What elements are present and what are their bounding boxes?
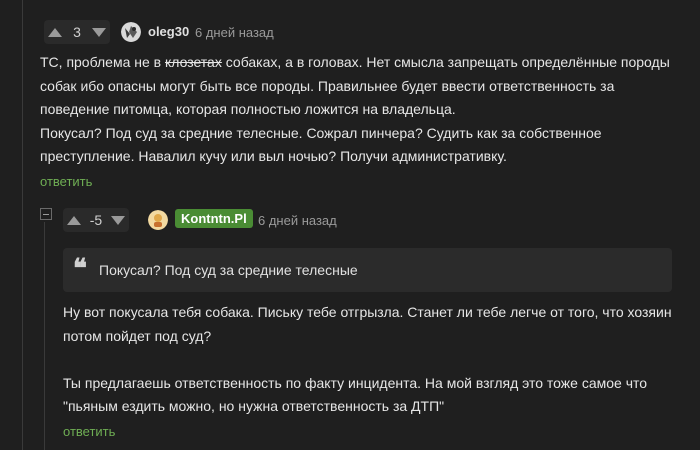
comment-timestamp[interactable]: 6 дней назад: [258, 213, 337, 228]
comment-paragraph: Ты предлагаешь ответственность по факту …: [63, 374, 648, 415]
comment-timestamp[interactable]: 6 дней назад: [195, 25, 274, 40]
vote-control: -5: [63, 208, 129, 232]
comment-author[interactable]: oleg30: [148, 24, 189, 39]
arrow-down-icon: [111, 215, 125, 225]
user-avatar-icon: [148, 210, 168, 230]
comment-text-segment: ТС, проблема не в: [40, 54, 165, 70]
minus-icon: [43, 213, 49, 215]
comment-body: Ну вот покусала тебя собака. Письку тебе…: [63, 301, 683, 419]
thread-line: [22, 0, 23, 450]
upvote-button[interactable]: [63, 208, 85, 232]
quote-icon: ❝: [73, 254, 87, 284]
comment-paragraph: ТС, проблема не в клозетах собаках, а в …: [40, 51, 680, 122]
avatar[interactable]: [121, 22, 141, 42]
collapse-thread-button[interactable]: [40, 208, 52, 220]
quote-text: Покусал? Под суд за средние телесные: [99, 262, 358, 278]
user-avatar-icon: [121, 22, 141, 42]
reply-link[interactable]: ответить: [63, 424, 115, 439]
reply-link[interactable]: ответить: [40, 174, 92, 189]
arrow-up-icon: [48, 27, 62, 37]
avatar[interactable]: [148, 210, 168, 230]
paragraph-spacer: [63, 348, 683, 372]
quote-block: ❝ Покусал? Под суд за средние телесные: [63, 248, 672, 292]
comment-paragraph: Покусал? Под суд за средние телесные. Со…: [40, 124, 602, 165]
upvote-button[interactable]: [44, 20, 66, 44]
arrow-down-icon: [92, 27, 106, 37]
vote-count: -5: [89, 212, 103, 228]
comment-author[interactable]: Kontntn.Pl: [175, 209, 253, 228]
arrow-up-icon: [67, 215, 81, 225]
vote-control: 3: [44, 20, 110, 44]
comment-paragraph: Ну вот покусала тебя собака. Письку тебе…: [63, 304, 672, 344]
reply-thread-line: [44, 222, 45, 450]
downvote-button[interactable]: [88, 20, 110, 44]
comment-body: ТС, проблема не в клозетах собаках, а в …: [40, 51, 680, 169]
strikethrough-text: клозетах: [164, 54, 222, 70]
vote-count: 3: [73, 24, 81, 40]
downvote-button[interactable]: [107, 208, 129, 232]
